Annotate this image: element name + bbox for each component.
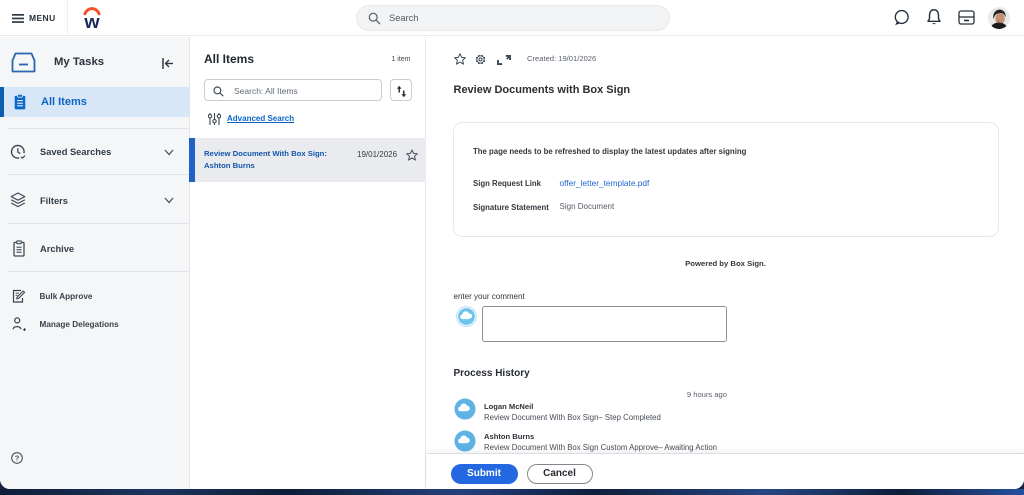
svg-text:w: w bbox=[83, 12, 99, 30]
svg-text:?: ? bbox=[15, 454, 20, 463]
